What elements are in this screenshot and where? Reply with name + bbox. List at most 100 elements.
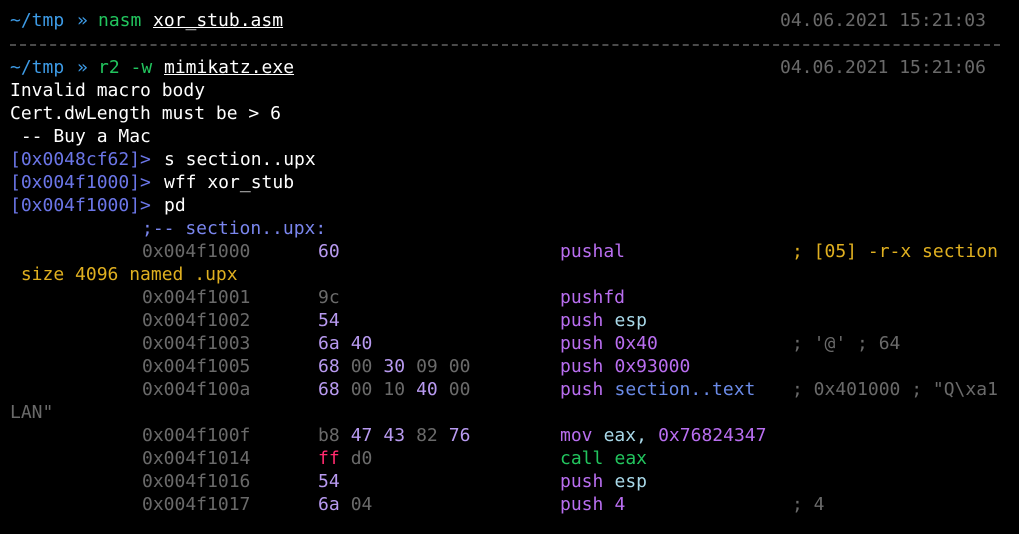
disasm-byte: d0 [350, 448, 373, 469]
disasm-byte: 00 [448, 356, 471, 377]
disasm-row[interactable]: 0x004f1017 6a 04 push 4 ; 4 [0, 493, 1019, 516]
disasm-operand: eax [614, 448, 648, 469]
disasm-byte: 04 [350, 494, 373, 515]
command-argument: xor_stub.asm [153, 10, 284, 31]
disasm-mnemonic: pushal [560, 241, 626, 262]
disasm-operand: eax, [603, 425, 647, 446]
disasm-operand: esp [614, 471, 648, 492]
r2-command-line: [0x0048cf62]> s section..upx [0, 148, 1019, 171]
disasm-mnemonic: push [560, 356, 604, 377]
shell-command-line: ~/tmp » r2 -w mimikatz.exe 04.06.2021 15… [0, 56, 1019, 79]
disasm-comment: ; [05] -r-x section [792, 241, 998, 262]
disasm-comment: LAN" [10, 402, 54, 423]
disasm-mnemonic: call [560, 448, 604, 469]
disasm-byte: 9c [318, 287, 340, 308]
disasm-row[interactable]: 0x004f1014 ff d0 call eax [0, 447, 1019, 470]
disasm-byte: 68 [318, 379, 340, 400]
disasm-mnemonic: push [560, 333, 604, 354]
disasm-comment: ; 4 [792, 494, 825, 515]
command-timestamp: 04.06.2021 15:21:03 [780, 10, 986, 31]
disasm-comment: ; 0x401000 ; "Q\xa1 [792, 379, 998, 400]
disasm-flag-line: ;-- section..upx: [0, 217, 1019, 240]
disasm-byte: 10 [383, 379, 406, 400]
disasm-byte: 30 [383, 356, 406, 377]
disasm-address: 0x004f1001 [142, 287, 251, 308]
r2-prompt: [0x0048cf62]> [10, 149, 151, 170]
disasm-row[interactable]: 0x004f1003 6a 40 push 0x40 ; '@' ; 64 [0, 332, 1019, 355]
disasm-byte: 60 [318, 241, 340, 262]
disasm-row[interactable]: 0x004f1001 9c pushfd [0, 286, 1019, 309]
disasm-byte: 40 [416, 379, 438, 400]
command-separator [10, 44, 1000, 46]
disasm-row[interactable]: 0x004f1000 60 pushal ; [05] -r-x section [0, 240, 1019, 263]
disasm-operand: 0x40 [614, 333, 658, 354]
disasm-byte: 00 [350, 379, 373, 400]
disasm-byte: 54 [318, 310, 340, 331]
command-timestamp: 04.06.2021 15:21:06 [780, 57, 986, 78]
output-line: Cert.dwLength must be > 6 [10, 103, 281, 124]
command-argument: mimikatz.exe [164, 57, 295, 78]
disasm-byte: 76 [448, 425, 471, 446]
disasm-mnemonic: push [560, 310, 604, 331]
command-program: nasm [98, 10, 142, 31]
disasm-byte: 00 [350, 356, 373, 377]
disasm-byte: 09 [416, 356, 438, 377]
command-program: r2 -w [98, 57, 153, 78]
disasm-address: 0x004f1000 [142, 241, 251, 262]
disasm-byte: 47 [350, 425, 373, 446]
disasm-byte: b8 [318, 425, 340, 446]
disasm-address: 0x004f1017 [142, 494, 251, 515]
r2-command-line[interactable]: [0x004f1000]> pd [0, 194, 1019, 217]
r2-command-line: [0x004f1000]> wff xor_stub [0, 171, 1019, 194]
r2-input: wff xor_stub [164, 172, 295, 193]
disasm-address: 0x004f100a [142, 379, 251, 400]
disasm-row[interactable]: 0x004f100a 68 00 10 40 00 push section..text ; 0… [0, 378, 1019, 401]
r2-input: s section..upx [164, 149, 316, 170]
disasm-row[interactable]: 0x004f1016 54 push esp [0, 470, 1019, 493]
disasm-address: 0x004f1002 [142, 310, 251, 331]
prompt-directory: ~/tmp [10, 10, 65, 31]
output-line: -- Buy a Mac [10, 126, 151, 147]
disasm-mnemonic: push [560, 494, 604, 515]
disasm-byte: 6a [318, 333, 340, 354]
disasm-operand: 0x93000 [614, 356, 691, 377]
disasm-byte: 00 [448, 379, 471, 400]
disasm-comment-wrap: size 4096 named .upx [0, 263, 1019, 286]
r2-prompt: [0x004f1000]> [10, 172, 151, 193]
disasm-operand: esp [614, 310, 648, 331]
disasm-mnemonic: push [560, 471, 604, 492]
disasm-address: 0x004f1014 [142, 448, 251, 469]
disasm-byte: 54 [318, 471, 340, 492]
disasm-mnemonic: pushfd [560, 287, 626, 308]
disasm-comment: ; '@' ; 64 [792, 333, 901, 354]
disasm-operand: 4 [614, 494, 626, 515]
disasm-flag: ;-- section..upx: [142, 218, 327, 239]
disasm-comment: size 4096 named .upx [10, 264, 238, 285]
r2-input[interactable]: pd [164, 194, 186, 217]
disasm-address: 0x004f1005 [142, 356, 251, 377]
disasm-address: 0x004f1016 [142, 471, 251, 492]
disasm-byte: 68 [318, 356, 340, 377]
disasm-comment-wrap: LAN" [0, 401, 1019, 424]
disasm-mnemonic: push [560, 379, 604, 400]
r2-prompt: [0x004f1000]> [10, 195, 151, 216]
disasm-operand: 0x76824347 [658, 425, 767, 446]
terminal-window[interactable]: ~/tmp » nasm xor_stub.asm 04.06.2021 15:… [0, 0, 1019, 534]
disasm-row[interactable]: 0x004f1005 68 00 30 09 00 push 0x93000 [0, 355, 1019, 378]
prompt-separator: » [77, 57, 88, 78]
output-line: Invalid macro body [10, 80, 206, 101]
disasm-row[interactable]: 0x004f1002 54 push esp [0, 309, 1019, 332]
disasm-row[interactable]: 0x004f100f b8 47 43 82 76 mov eax, 0x76824347 [0, 424, 1019, 447]
shell-command-line: ~/tmp » nasm xor_stub.asm 04.06.2021 15:… [0, 9, 1019, 32]
disasm-address: 0x004f1003 [142, 333, 251, 354]
disasm-byte: 43 [383, 425, 406, 446]
disasm-byte: 40 [350, 333, 373, 354]
disasm-operand: section..text [614, 379, 756, 400]
prompt-separator: » [77, 10, 88, 31]
disasm-byte: 6a [318, 494, 340, 515]
prompt-directory: ~/tmp [10, 57, 65, 78]
disasm-address: 0x004f100f [142, 425, 251, 446]
disasm-byte: 82 [416, 425, 438, 446]
disasm-byte: ff [318, 448, 340, 469]
disasm-mnemonic: mov [560, 425, 593, 446]
